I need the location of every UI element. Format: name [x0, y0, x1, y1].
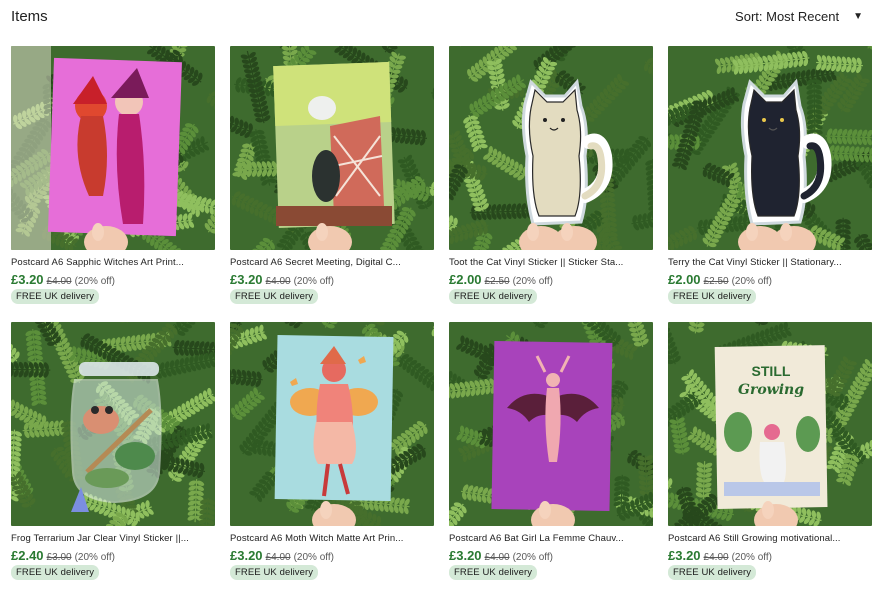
- listing-title[interactable]: Postcard A6 Sapphic Witches Art Print...: [11, 257, 215, 268]
- items-grid: Postcard A6 Sapphic Witches Art Print...…: [11, 46, 875, 594]
- listing-image[interactable]: [449, 322, 653, 526]
- price-row: £3.20 £4.00 (20% off): [449, 548, 653, 563]
- original-price: £3.00: [46, 552, 72, 563]
- price-row: £3.20 £4.00 (20% off): [668, 548, 872, 563]
- sale-price: £3.20: [11, 272, 44, 287]
- original-price: £4.00: [484, 552, 510, 563]
- listing-card-8[interactable]: STILL Growing Postcard A6 Still Growing …: [668, 322, 872, 594]
- sale-price: £2.00: [449, 272, 482, 287]
- price-row: £2.00 £2.50 (20% off): [668, 272, 872, 287]
- original-price: £2.50: [703, 276, 729, 287]
- listing-title[interactable]: Postcard A6 Secret Meeting, Digital C...: [230, 257, 434, 268]
- original-price: £4.00: [265, 276, 291, 287]
- free-delivery-badge: FREE UK delivery: [449, 565, 538, 580]
- price-row: £3.20 £4.00 (20% off): [230, 548, 434, 563]
- chevron-down-icon: ▼: [853, 11, 863, 22]
- section-title: Items: [11, 8, 48, 25]
- discount-label: (20% off): [293, 552, 334, 563]
- listing-title[interactable]: Toot the Cat Vinyl Sticker || Sticker St…: [449, 257, 653, 268]
- discount-label: (20% off): [512, 276, 553, 287]
- listing-image[interactable]: [11, 322, 215, 526]
- price-row: £2.00 £2.50 (20% off): [449, 272, 653, 287]
- free-delivery-badge: FREE UK delivery: [230, 565, 319, 580]
- sale-price: £3.20: [230, 272, 263, 287]
- price-row: £2.40 £3.00 (20% off): [11, 548, 215, 563]
- listing-header: Items Sort: Most Recent ▼: [11, 6, 873, 28]
- listing-card-2[interactable]: Postcard A6 Secret Meeting, Digital C...…: [230, 46, 434, 322]
- sort-dropdown[interactable]: Sort: Most Recent ▼: [735, 9, 863, 24]
- listing-card-4[interactable]: Terry the Cat Vinyl Sticker || Stationar…: [668, 46, 872, 322]
- discount-label: (20% off): [512, 552, 553, 563]
- discount-label: (20% off): [293, 276, 334, 287]
- free-delivery-badge: FREE UK delivery: [668, 289, 757, 304]
- original-price: £4.00: [703, 552, 729, 563]
- listing-title[interactable]: Terry the Cat Vinyl Sticker || Stationar…: [668, 257, 872, 268]
- original-price: £4.00: [265, 552, 291, 563]
- listing-image[interactable]: [668, 46, 872, 250]
- listing-title[interactable]: Postcard A6 Moth Witch Matte Art Prin...: [230, 533, 434, 544]
- discount-label: (20% off): [74, 552, 115, 563]
- sale-price: £3.20: [230, 548, 263, 563]
- free-delivery-badge: FREE UK delivery: [449, 289, 538, 304]
- price-row: £3.20 £4.00 (20% off): [11, 272, 215, 287]
- free-delivery-badge: FREE UK delivery: [230, 289, 319, 304]
- listing-title[interactable]: Postcard A6 Still Growing motivational..…: [668, 533, 872, 544]
- sale-price: £2.40: [11, 548, 44, 563]
- original-price: £2.50: [484, 276, 510, 287]
- free-delivery-badge: FREE UK delivery: [11, 289, 100, 304]
- price-row: £3.20 £4.00 (20% off): [230, 272, 434, 287]
- sale-price: £2.00: [668, 272, 701, 287]
- listing-image[interactable]: STILL Growing: [668, 322, 872, 526]
- listing-title[interactable]: Postcard A6 Bat Girl La Femme Chauv...: [449, 533, 653, 544]
- listing-card-6[interactable]: Postcard A6 Moth Witch Matte Art Prin...…: [230, 322, 434, 594]
- listing-card-5[interactable]: Frog Terrarium Jar Clear Vinyl Sticker |…: [11, 322, 215, 594]
- sale-price: £3.20: [668, 548, 701, 563]
- listing-title[interactable]: Frog Terrarium Jar Clear Vinyl Sticker |…: [11, 533, 215, 544]
- listing-card-7[interactable]: Postcard A6 Bat Girl La Femme Chauv... £…: [449, 322, 653, 594]
- listing-image[interactable]: [230, 322, 434, 526]
- discount-label: (20% off): [731, 552, 772, 563]
- free-delivery-badge: FREE UK delivery: [668, 565, 757, 580]
- listing-image[interactable]: [11, 46, 215, 250]
- original-price: £4.00: [46, 276, 72, 287]
- sort-label: Sort: Most Recent: [735, 9, 840, 24]
- sale-price: £3.20: [449, 548, 482, 563]
- listing-image[interactable]: [230, 46, 434, 250]
- discount-label: (20% off): [731, 276, 772, 287]
- listing-card-1[interactable]: Postcard A6 Sapphic Witches Art Print...…: [11, 46, 215, 322]
- listing-card-3[interactable]: Toot the Cat Vinyl Sticker || Sticker St…: [449, 46, 653, 322]
- discount-label: (20% off): [74, 276, 115, 287]
- listing-image[interactable]: [449, 46, 653, 250]
- free-delivery-badge: FREE UK delivery: [11, 565, 100, 580]
